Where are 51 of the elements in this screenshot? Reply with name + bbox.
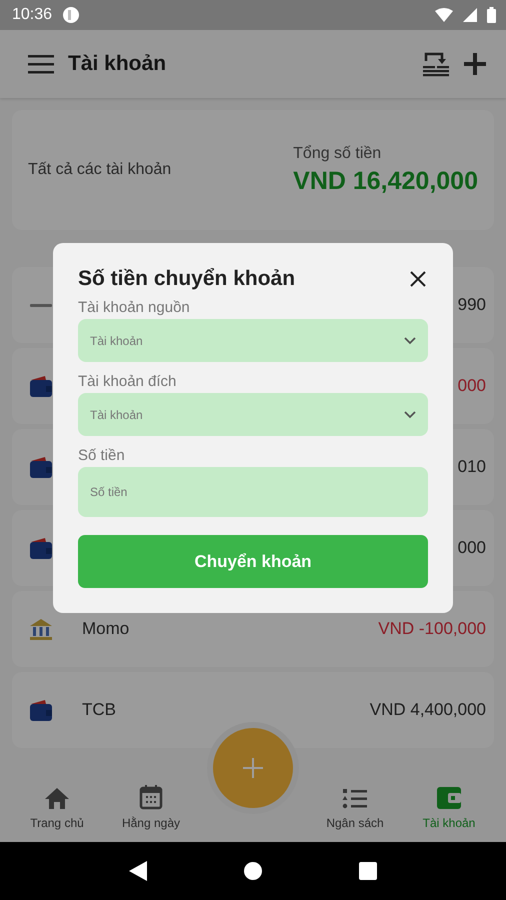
recents-icon[interactable]	[359, 862, 378, 880]
nav-tab[interactable]: Ngân sách	[308, 788, 402, 830]
battery-icon	[487, 7, 496, 23]
wallet-icon	[30, 456, 52, 478]
account-row[interactable]: TCB VND 4,400,000	[12, 672, 494, 748]
account-amount: 010	[458, 457, 486, 477]
wallet-icon	[436, 786, 462, 810]
logo-icon	[30, 304, 52, 306]
bank-icon	[30, 618, 52, 640]
wallet-icon	[30, 699, 52, 721]
nav-tab[interactable]: Hằng ngày	[104, 784, 198, 830]
calendar-icon	[139, 784, 163, 810]
account-name: Momo	[82, 619, 130, 638]
close-button[interactable]	[408, 269, 428, 289]
account-amount: VND -100,000	[378, 619, 486, 639]
account-amount: VND 4,400,000	[370, 700, 486, 720]
account-dropdown[interactable]: Tài khoản	[78, 319, 428, 362]
home-icon	[44, 786, 70, 810]
summary-label: Tất cả các tài khoản	[28, 161, 172, 179]
status-time: 10:36	[12, 6, 52, 24]
account-name: TCB	[82, 700, 116, 719]
chevron-icon	[404, 411, 416, 419]
plus-icon	[243, 758, 263, 778]
home-button-icon[interactable]	[244, 862, 262, 880]
nav-tab[interactable]: Trang chủ	[10, 786, 104, 830]
list-icon	[342, 788, 368, 810]
nav-tab[interactable]: Tài khoản	[402, 786, 496, 830]
add-icon[interactable]	[464, 53, 486, 75]
signal-icon	[463, 8, 477, 22]
notification-icon	[62, 6, 80, 24]
field-label: Tài khoản nguồn	[78, 299, 191, 316]
wallet-icon	[30, 537, 52, 559]
field-label: Tài khoản đích	[78, 373, 178, 390]
total-label: Tổng số tiền	[293, 144, 382, 162]
field-label: Số tiền	[78, 447, 126, 464]
app-title: Tài khoản	[68, 52, 166, 76]
amount-field[interactable]: Số tiền	[78, 467, 428, 517]
menu-icon[interactable]	[28, 54, 54, 74]
wallet-icon	[30, 375, 52, 397]
account-amount: 990	[458, 295, 486, 315]
transfer-icon[interactable]	[422, 51, 450, 77]
wifi-icon	[435, 8, 453, 22]
transfer-button[interactable]: Chuyển khoản	[78, 535, 428, 588]
back-icon[interactable]	[128, 861, 147, 881]
dialog-title: Số tiền chuyển khoản	[78, 267, 296, 291]
account-dropdown[interactable]: Tài khoản	[78, 393, 428, 436]
account-amount: 000	[458, 538, 486, 558]
close-icon	[410, 271, 426, 287]
chevron-icon	[404, 337, 416, 345]
account-amount: 000	[458, 376, 486, 396]
total-amount: VND 16,420,000	[293, 166, 478, 196]
